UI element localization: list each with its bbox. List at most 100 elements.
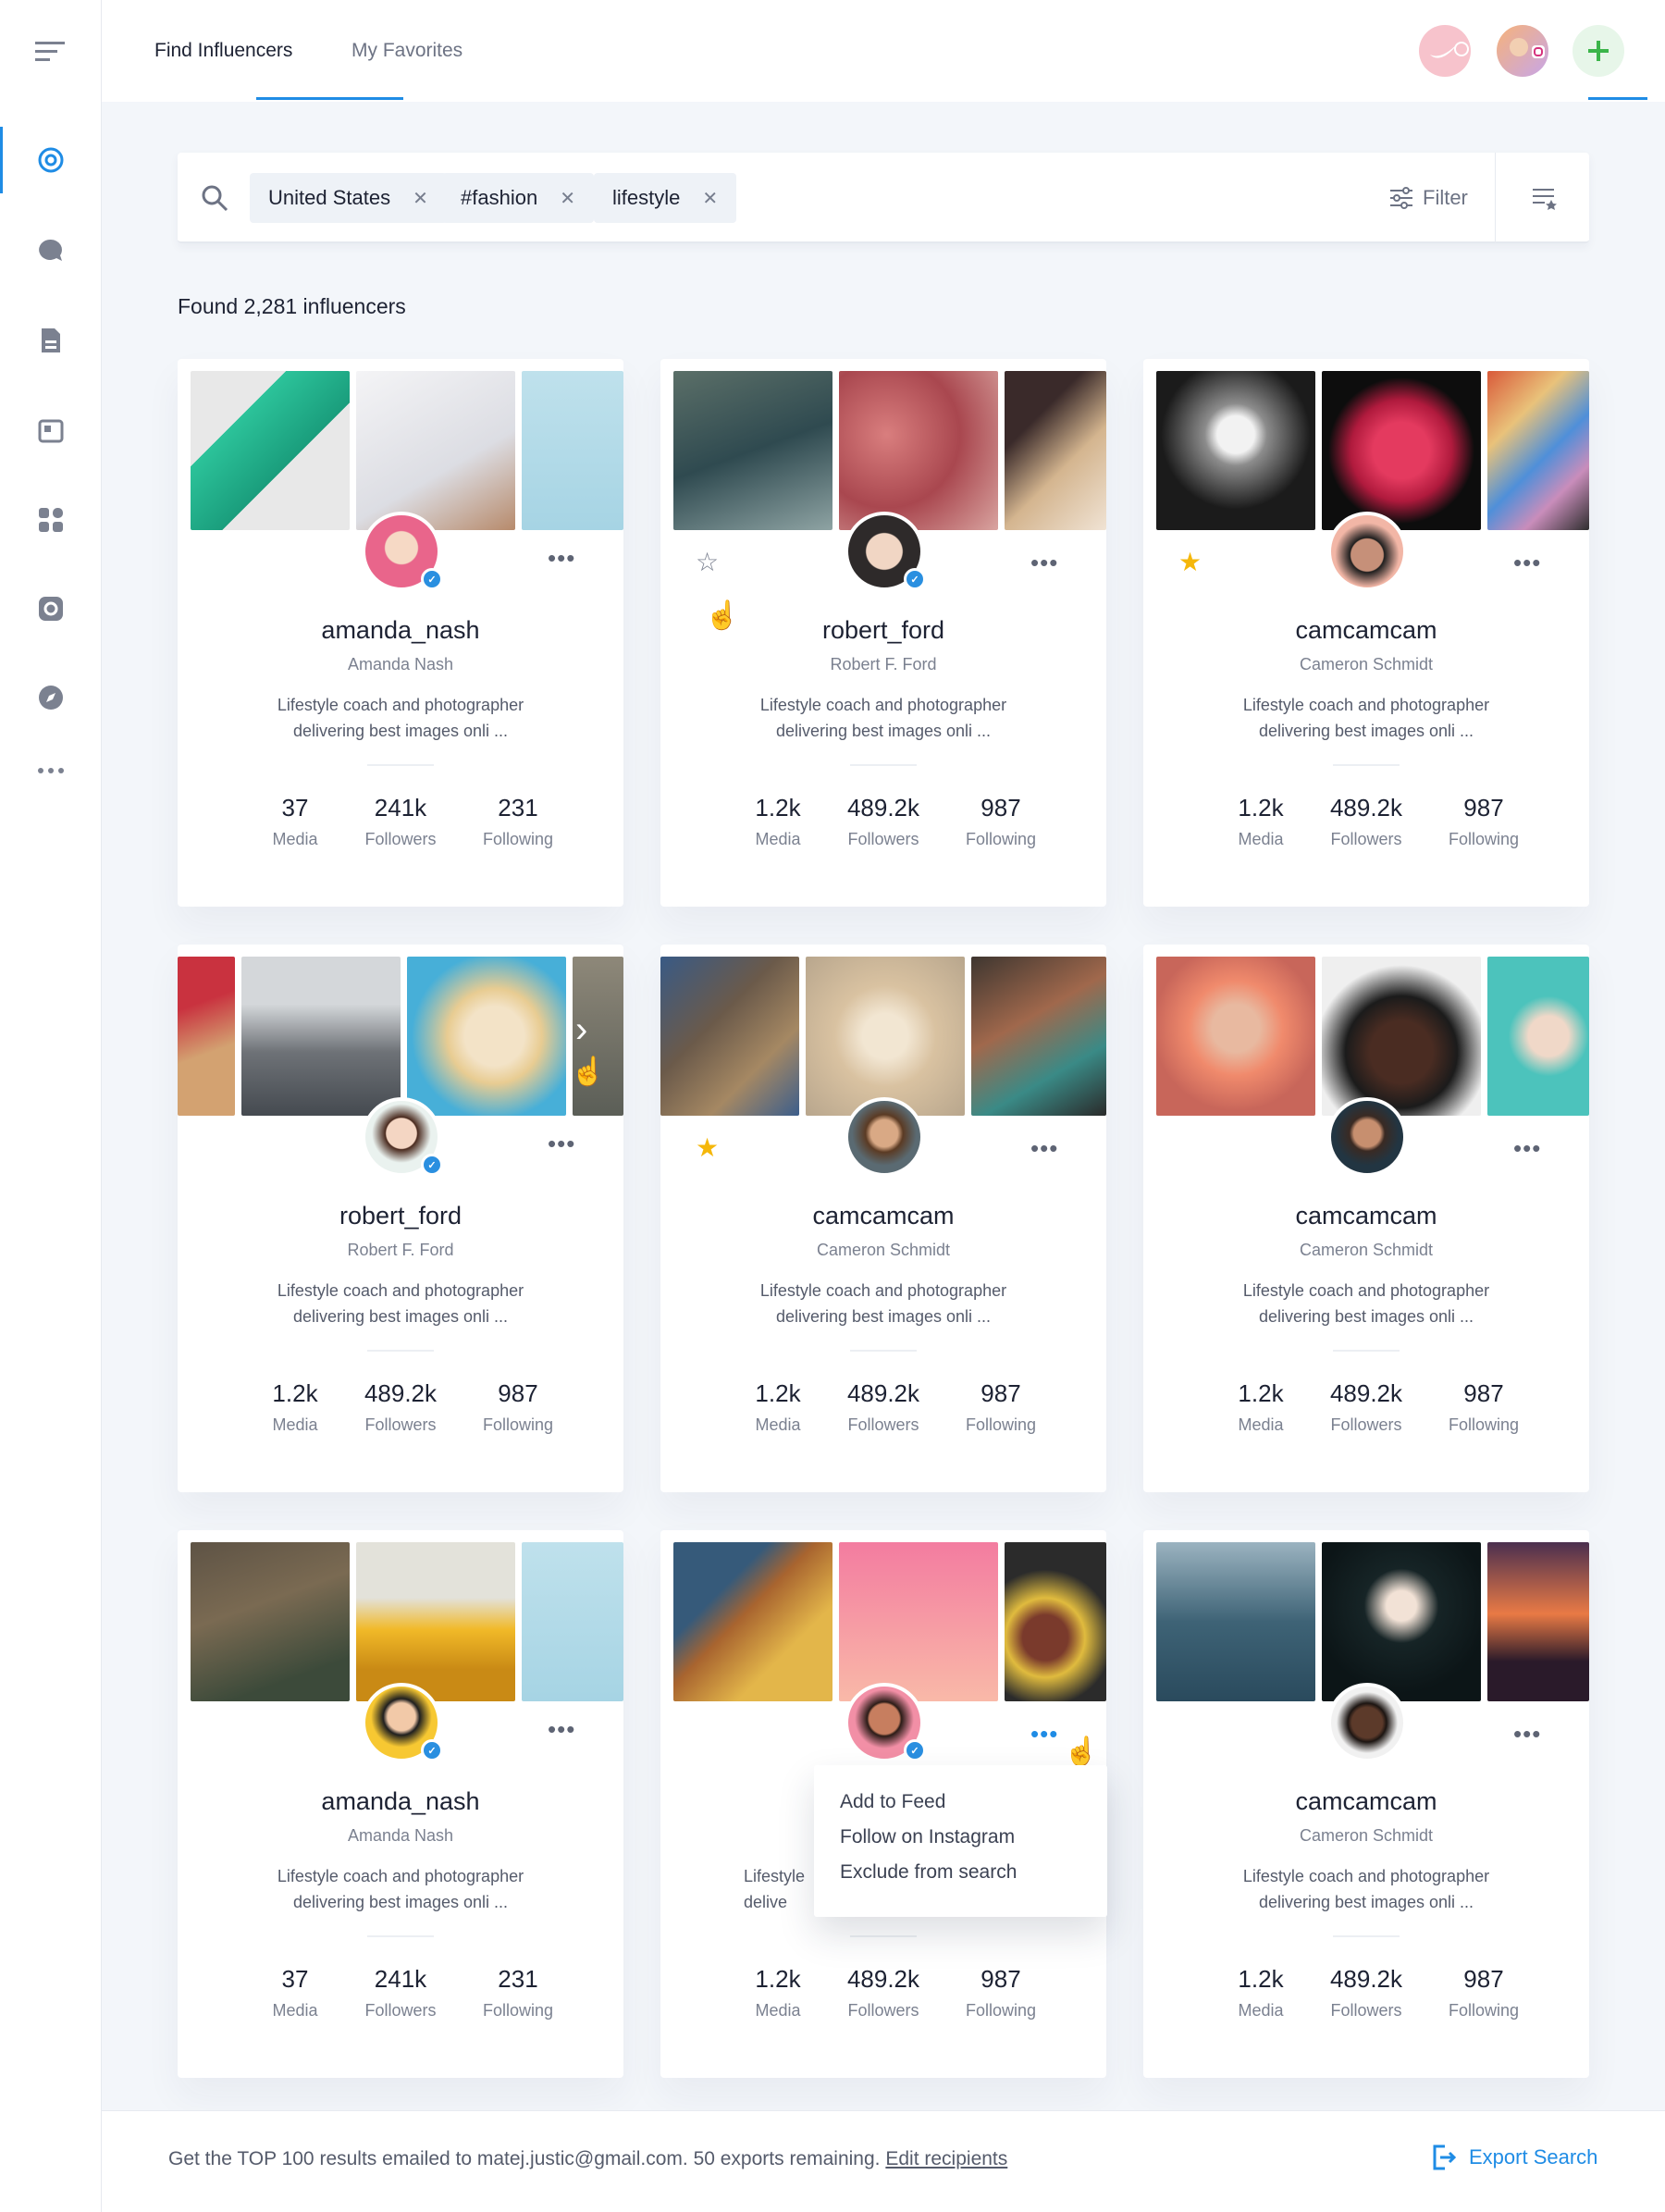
more-icon[interactable] bbox=[0, 745, 102, 797]
stat-following: 987 Following bbox=[945, 1379, 1056, 1435]
filter-chip-country[interactable]: United States ✕ bbox=[250, 173, 447, 223]
stat-value: 489.2k bbox=[846, 794, 920, 822]
username[interactable]: robert_ford bbox=[178, 1202, 623, 1230]
stat-value: 231 bbox=[498, 1965, 538, 1993]
more-options-icon[interactable]: ••• bbox=[1513, 549, 1541, 577]
sidebar-item-messages[interactable] bbox=[0, 225, 102, 277]
sidebar bbox=[0, 0, 102, 2212]
account-avatar-user[interactable] bbox=[1497, 25, 1548, 77]
avatar[interactable] bbox=[1327, 1683, 1407, 1762]
close-icon[interactable]: ✕ bbox=[560, 187, 575, 210]
more-options-icon[interactable]: ••• bbox=[1513, 1720, 1541, 1749]
favorite-star-icon[interactable]: ★ bbox=[696, 1132, 719, 1163]
sidebar-item-instagram[interactable] bbox=[0, 583, 102, 635]
compass-icon bbox=[39, 686, 63, 710]
stat-followers: 241k Followers bbox=[345, 794, 456, 849]
menu-icon[interactable] bbox=[0, 25, 102, 77]
menu-item-add-to-feed[interactable]: Add to Feed bbox=[840, 1791, 1107, 1826]
account-avatar-nike[interactable] bbox=[1419, 25, 1471, 77]
more-options-icon[interactable]: ••• bbox=[548, 1130, 575, 1158]
sort-icon[interactable] bbox=[1532, 185, 1558, 211]
media-thumbnail bbox=[522, 371, 623, 530]
influencer-card[interactable]: ✓ ••• amanda_nash Amanda Nash Lifestyle … bbox=[178, 1530, 623, 2078]
influencer-card[interactable]: ✓ ••• amanda_nash Amanda Nash Lifestyle … bbox=[178, 359, 623, 907]
edit-recipients-link[interactable]: Edit recipients bbox=[885, 2148, 1007, 2169]
stat-value: 37 bbox=[281, 1965, 309, 1993]
bio: Lifestyle coach and photographer deliveri… bbox=[215, 1863, 586, 1915]
bio-line: delivering best images onli ... bbox=[292, 1307, 509, 1326]
tab-find-influencers[interactable]: Find Influencers bbox=[154, 0, 292, 102]
more-options-icon[interactable]: ••• bbox=[1030, 1720, 1058, 1749]
chevron-right-icon[interactable]: › bbox=[575, 1009, 587, 1051]
more-options-icon[interactable]: ••• bbox=[548, 1715, 575, 1744]
tab-my-favorites[interactable]: My Favorites bbox=[352, 0, 462, 102]
sidebar-item-dashboard[interactable] bbox=[0, 494, 102, 546]
username[interactable]: robert_ford bbox=[660, 616, 1106, 645]
add-account-button[interactable] bbox=[1572, 25, 1624, 77]
stat-followers: 489.2k Followers bbox=[828, 794, 939, 849]
menu-item-follow-instagram[interactable]: Follow on Instagram bbox=[840, 1826, 1107, 1861]
more-options-icon[interactable]: ••• bbox=[1030, 549, 1058, 577]
username[interactable]: amanda_nash bbox=[178, 1787, 623, 1816]
stat-label: Media bbox=[1238, 1415, 1284, 1434]
media-thumbnail bbox=[1156, 371, 1315, 530]
filter-chip-hashtag[interactable]: #fashion ✕ bbox=[442, 173, 594, 223]
influencer-card[interactable]: ✓ ☆ ☝ ••• robert_ford Robert F. Ford Lif… bbox=[660, 359, 1106, 907]
username[interactable]: camcamcam bbox=[1143, 616, 1589, 645]
favorite-star-icon[interactable]: ★ bbox=[1178, 547, 1202, 577]
stat-following: 987 Following bbox=[945, 1965, 1056, 2020]
export-search-button[interactable]: Export Search bbox=[1432, 2144, 1597, 2170]
avatar[interactable] bbox=[845, 1097, 924, 1177]
stat-value: 1.2k bbox=[1238, 1379, 1284, 1407]
stat-label: Followers bbox=[847, 830, 919, 848]
filter-chip-keyword[interactable]: lifestyle ✕ bbox=[594, 173, 737, 223]
sidebar-item-campaigns[interactable] bbox=[0, 404, 102, 456]
influencer-card[interactable]: ★ ••• camcamcam Cameron Schmidt Lifestyl… bbox=[1143, 359, 1589, 907]
menu-item-exclude[interactable]: Exclude from search bbox=[840, 1861, 1107, 1897]
sidebar-item-reports[interactable] bbox=[0, 315, 102, 366]
influencer-card[interactable]: › ☝ ✓ ••• robert_ford Robert F. Ford Lif… bbox=[178, 945, 623, 1492]
bio-line: Lifestyle coach and photographer bbox=[277, 696, 524, 714]
stat-value: 987 bbox=[980, 794, 1021, 822]
divider bbox=[850, 1350, 917, 1352]
influencer-card[interactable]: ••• camcamcam Cameron Schmidt Lifestyle … bbox=[1143, 945, 1589, 1492]
calendar-icon bbox=[38, 419, 64, 443]
stat-following: 231 Following bbox=[462, 794, 574, 849]
verified-badge-icon: ✓ bbox=[421, 1739, 443, 1761]
influencer-card[interactable]: ••• camcamcam Cameron Schmidt Lifestyle … bbox=[1143, 1530, 1589, 2078]
sidebar-item-explore[interactable] bbox=[0, 672, 102, 723]
more-options-icon[interactable]: ••• bbox=[1513, 1134, 1541, 1163]
stat-value: 987 bbox=[980, 1379, 1021, 1407]
bio: Lifestyle coach and photographer deliveri… bbox=[1180, 1863, 1552, 1915]
sidebar-item-discover[interactable] bbox=[0, 127, 102, 193]
media-thumbnail bbox=[178, 957, 235, 1116]
stat-value: 1.2k bbox=[1238, 1965, 1284, 1993]
stat-value: 987 bbox=[1463, 1965, 1504, 1993]
media-thumbnail bbox=[1322, 957, 1481, 1116]
bio: Lifestyle coach and photographer deliveri… bbox=[215, 692, 586, 744]
media-thumbnail bbox=[660, 957, 799, 1116]
filter-button[interactable]: Filter bbox=[1389, 153, 1468, 243]
more-options-icon[interactable]: ••• bbox=[1030, 1134, 1058, 1163]
close-icon[interactable]: ✕ bbox=[413, 187, 428, 210]
username[interactable]: camcamcam bbox=[1143, 1787, 1589, 1816]
results-count: Found 2,281 influencers bbox=[178, 294, 406, 318]
username[interactable]: camcamcam bbox=[660, 1202, 1106, 1230]
plus-icon bbox=[1588, 41, 1609, 61]
stat-followers: 241k Followers bbox=[345, 1965, 456, 2020]
media-thumbnail bbox=[522, 1542, 623, 1701]
stat-media: 1.2k Media bbox=[722, 1379, 833, 1435]
stat-label: Following bbox=[965, 2001, 1037, 2020]
search-icon[interactable] bbox=[201, 184, 228, 212]
more-options-icon[interactable]: ••• bbox=[548, 544, 575, 573]
close-icon[interactable]: ✕ bbox=[702, 187, 718, 210]
username[interactable]: amanda_nash bbox=[178, 616, 623, 645]
influencer-card[interactable]: ★ ••• camcamcam Cameron Schmidt Lifestyl… bbox=[660, 945, 1106, 1492]
username[interactable]: camcamcam bbox=[1143, 1202, 1589, 1230]
media-thumbnail bbox=[806, 957, 965, 1116]
avatar[interactable] bbox=[1327, 512, 1407, 591]
stat-followers: 489.2k Followers bbox=[345, 1379, 456, 1435]
favorite-star-icon[interactable]: ☆ bbox=[696, 547, 719, 577]
avatar[interactable] bbox=[1327, 1097, 1407, 1177]
stat-label: Following bbox=[1448, 830, 1520, 848]
